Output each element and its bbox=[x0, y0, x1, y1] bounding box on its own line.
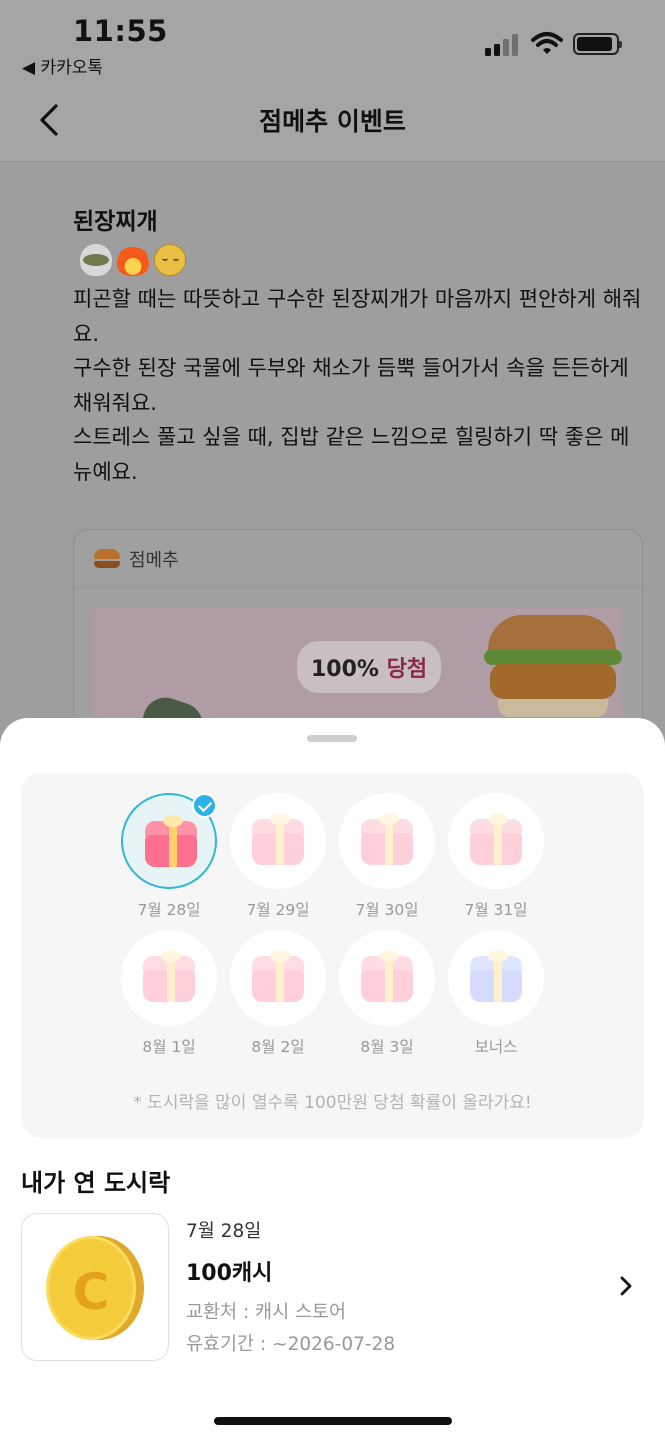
lunchbox-circle bbox=[121, 930, 217, 1026]
event-card-header: 점메추 bbox=[74, 530, 642, 588]
check-icon bbox=[192, 793, 217, 818]
lunchbox-circle bbox=[448, 930, 544, 1026]
lunchbox-date-label: 8월 1일 bbox=[142, 1038, 196, 1056]
lunchbox-item-0728[interactable]: 7월 28일 bbox=[121, 793, 217, 920]
lunchbox-circle bbox=[448, 793, 544, 889]
menu-name: 된장찌개 bbox=[73, 209, 158, 235]
lunchbox-icon bbox=[252, 950, 304, 1002]
battery-icon bbox=[573, 33, 622, 55]
lunchbox-date-label: 7월 31일 bbox=[464, 901, 528, 919]
reward-thumbnail: C bbox=[21, 1213, 169, 1361]
wifi-icon bbox=[531, 32, 563, 54]
lunchbox-circle bbox=[230, 930, 326, 1026]
lunchbox-date-label: 7월 29일 bbox=[246, 901, 310, 919]
lunchbox-notice: * 도시락을 많이 열수록 100만원 당첨 확률이 올라가요! bbox=[133, 1093, 532, 1113]
lunchbox-panel: 7월 28일 7월 29일 7월 30일 7월 31일 8월 1일 8월 2일 … bbox=[21, 773, 644, 1138]
reward-exchange-place: 교환처 : 캐시 스토어 bbox=[186, 1302, 347, 1323]
lunchbox-item-0801[interactable]: 8월 1일 bbox=[121, 930, 217, 1057]
emoji-row bbox=[80, 244, 186, 276]
bonus-lunchbox-icon bbox=[470, 950, 522, 1002]
lunchbox-icon bbox=[145, 815, 197, 867]
lunchbox-item-0731[interactable]: 7월 31일 bbox=[448, 793, 544, 920]
lunchbox-date-label: 보너스 bbox=[474, 1038, 518, 1056]
lunchbox-icon bbox=[143, 950, 195, 1002]
menu-description: 피곤할 때는 따뜻하고 구수한 된장찌개가 마음까지 편안하게 해줘요. 구수한… bbox=[73, 287, 642, 484]
lunchbox-item-0729[interactable]: 7월 29일 bbox=[230, 793, 326, 920]
page-title: 점메추 이벤트 bbox=[259, 107, 406, 136]
lunchbox-date-label: 7월 30일 bbox=[355, 901, 419, 919]
event-banner: 100% 당첨 bbox=[94, 608, 622, 728]
lunchbox-date-label: 8월 3일 bbox=[360, 1038, 414, 1056]
lunchbox-icon bbox=[252, 813, 304, 865]
back-to-app-link[interactable]: ◀ 카카오톡 bbox=[22, 53, 103, 78]
banner-badge: 100% 당첨 bbox=[297, 641, 442, 693]
event-card[interactable]: 점메추 100% 당첨 bbox=[73, 529, 643, 729]
relieved-face-icon bbox=[154, 244, 186, 276]
coin-icon: C bbox=[46, 1236, 144, 1340]
opened-section-title: 내가 연 도시락 bbox=[21, 1169, 171, 1197]
reward-expiry: 유효기간 : ~2026-07-28 bbox=[186, 1334, 396, 1355]
hamburger-icon bbox=[94, 548, 120, 569]
lunchbox-circle bbox=[121, 793, 217, 889]
home-indicator[interactable] bbox=[214, 1417, 452, 1425]
burger-image bbox=[484, 613, 622, 723]
lunchbox-circle bbox=[230, 793, 326, 889]
banner-badge-highlight: 당첨 bbox=[386, 657, 428, 682]
lunchbox-icon bbox=[470, 813, 522, 865]
bottom-sheet: 7월 28일 7월 29일 7월 30일 7월 31일 8월 1일 8월 2일 … bbox=[0, 718, 665, 1440]
nav-bar: 점메추 이벤트 bbox=[0, 80, 665, 162]
post-content: 된장찌개 피곤할 때는 따뜻하고 구수한 된장찌개가 마음까지 편안하게 해줘요… bbox=[0, 162, 665, 729]
lunchbox-date-label: 7월 28일 bbox=[137, 901, 201, 919]
reward-item[interactable]: C 7월 28일 100캐시 교환처 : 캐시 스토어 유효기간 : ~2026… bbox=[21, 1213, 644, 1363]
lunchbox-item-0803[interactable]: 8월 3일 bbox=[339, 930, 435, 1057]
signal-icon bbox=[485, 32, 521, 56]
status-bar: 11:55 ◀ 카카오톡 bbox=[0, 0, 665, 80]
banner-badge-percent: 100% bbox=[311, 657, 379, 682]
sheet-handle[interactable] bbox=[307, 735, 357, 742]
lunchbox-circle bbox=[339, 793, 435, 889]
fire-icon bbox=[117, 244, 149, 276]
lunchbox-icon bbox=[361, 813, 413, 865]
chevron-right-icon[interactable] bbox=[616, 1273, 636, 1299]
lunchbox-icon bbox=[361, 950, 413, 1002]
lunchbox-circle bbox=[339, 930, 435, 1026]
stew-icon bbox=[80, 244, 112, 276]
lunchbox-item-bonus[interactable]: 보너스 bbox=[448, 930, 544, 1057]
reward-date: 7월 28일 bbox=[186, 1221, 262, 1242]
status-time: 11:55 bbox=[73, 14, 168, 48]
event-card-label: 점메추 bbox=[129, 549, 179, 571]
lunchbox-item-0730[interactable]: 7월 30일 bbox=[339, 793, 435, 920]
lunchbox-item-0802[interactable]: 8월 2일 bbox=[230, 930, 326, 1057]
lunchbox-date-label: 8월 2일 bbox=[251, 1038, 305, 1056]
reward-name: 100캐시 bbox=[186, 1261, 273, 1286]
